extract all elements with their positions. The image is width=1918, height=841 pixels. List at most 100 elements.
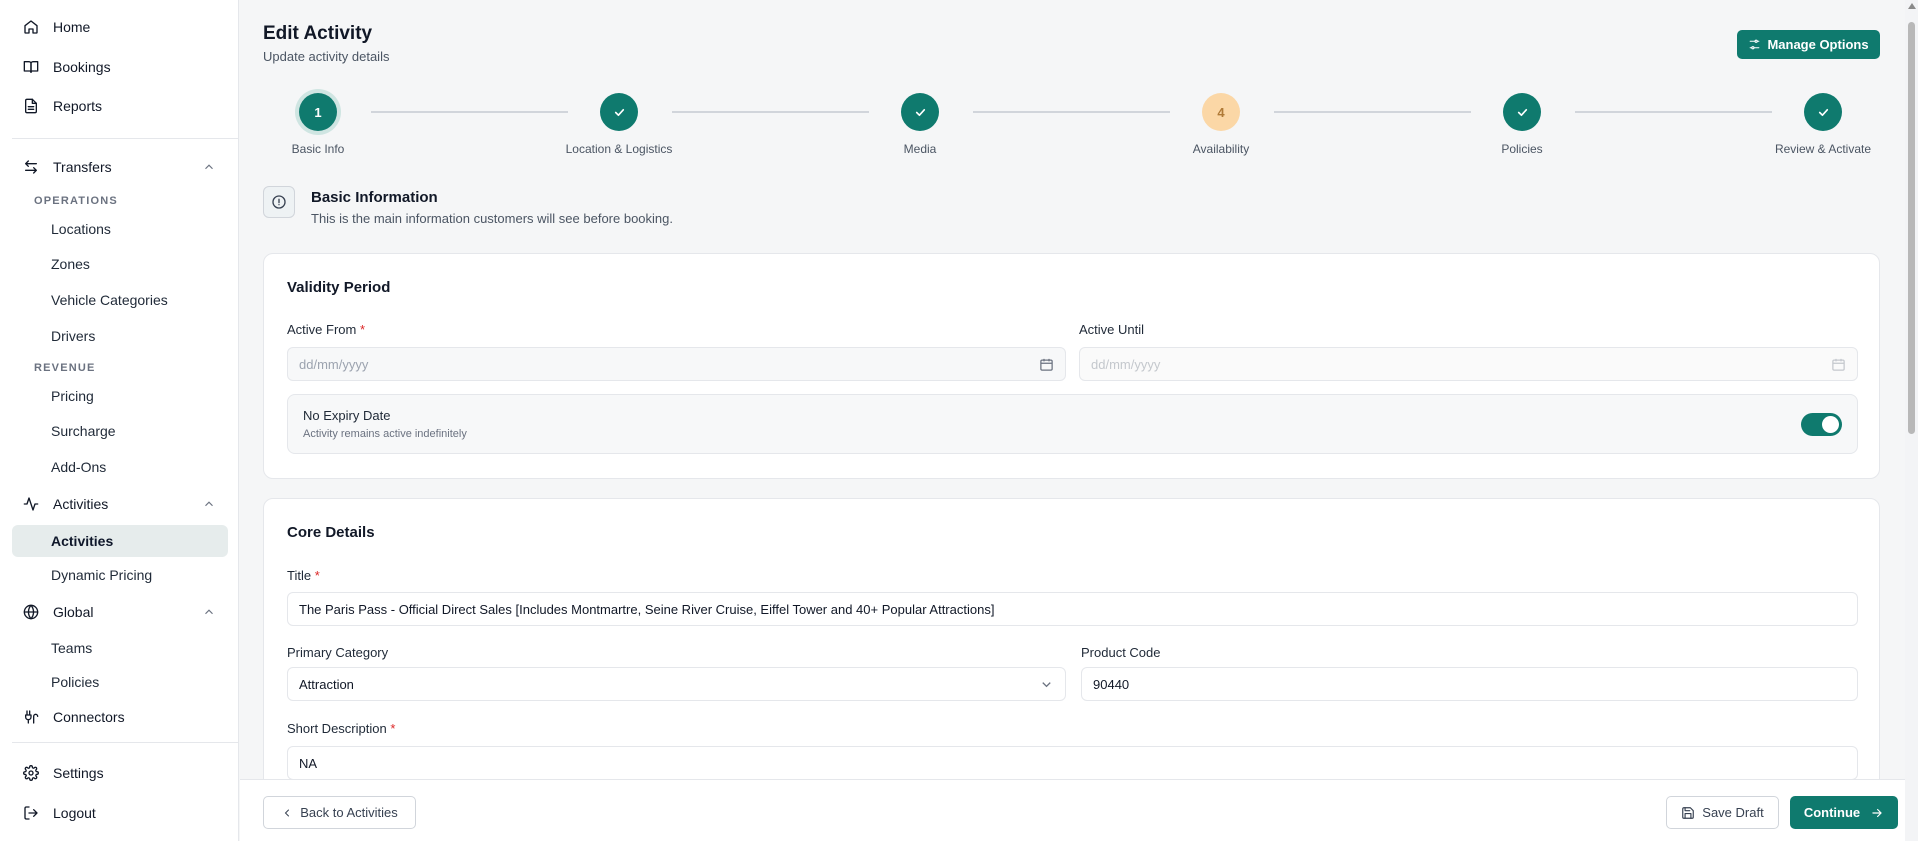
step-number: 1 xyxy=(314,104,322,120)
sidebar-item-surcharge[interactable]: Surcharge xyxy=(12,415,228,447)
sidebar-item-label: Bookings xyxy=(53,59,111,75)
book-icon xyxy=(22,58,40,76)
footer-bar: Back to Activities Save Draft Continue xyxy=(240,779,1905,841)
product-code-input[interactable]: 90440 xyxy=(1081,667,1858,701)
page-subtitle: Update activity details xyxy=(263,49,390,64)
sidebar-item-vehicle-categories[interactable]: Vehicle Categories xyxy=(12,284,228,316)
no-expiry-toggle[interactable] xyxy=(1801,413,1842,436)
step-policies[interactable] xyxy=(1503,93,1541,131)
sidebar-divider xyxy=(12,138,238,139)
step-media[interactable] xyxy=(901,93,939,131)
sidebar-item-policies[interactable]: Policies xyxy=(12,666,228,698)
step-connector xyxy=(1575,111,1772,113)
continue-button[interactable]: Continue xyxy=(1790,796,1898,829)
sidebar-divider xyxy=(12,742,238,743)
chevron-up-icon[interactable] xyxy=(202,605,216,619)
title-label: Title * xyxy=(287,568,320,583)
primary-category-select[interactable]: Attraction xyxy=(287,667,1066,701)
sidebar-item-label: Transfers xyxy=(53,159,112,175)
section-description: This is the main information customers w… xyxy=(311,211,673,226)
step-label: Policies xyxy=(1501,142,1543,156)
step-label: Availability xyxy=(1192,142,1250,156)
sidebar-item-home[interactable]: Home xyxy=(12,11,228,43)
card-title: Validity Period xyxy=(287,279,391,296)
sidebar-item-addons[interactable]: Add-Ons xyxy=(12,451,228,483)
manage-options-button[interactable]: Manage Options xyxy=(1737,30,1880,59)
scrollbar[interactable] xyxy=(1905,0,1918,841)
save-draft-button[interactable]: Save Draft xyxy=(1666,796,1779,829)
core-details-card: Core Details Title * The Paris Pass - Of… xyxy=(263,498,1880,798)
step-number: 4 xyxy=(1217,104,1225,120)
arrows-left-right-icon xyxy=(22,158,40,176)
validity-period-card: Validity Period Active From * dd/mm/yyyy… xyxy=(263,253,1880,479)
plug-icon xyxy=(22,708,40,726)
sliders-icon xyxy=(1750,39,1760,50)
sidebar-item-settings[interactable]: Settings xyxy=(12,757,228,789)
step-label: Media xyxy=(903,142,937,156)
info-icon xyxy=(263,186,295,218)
sidebar-item-label: Logout xyxy=(53,805,96,821)
main-content: Edit Activity Update activity details Ma… xyxy=(240,0,1905,841)
sidebar-item-label: Connectors xyxy=(53,709,125,725)
globe-icon xyxy=(22,603,40,621)
step-label: Basic Info xyxy=(291,142,345,156)
active-from-input[interactable]: dd/mm/yyyy xyxy=(287,347,1066,381)
home-icon xyxy=(22,18,40,36)
check-icon xyxy=(915,108,925,116)
no-expiry-description: Activity remains active indefinitely xyxy=(303,428,467,440)
step-location-logistics[interactable] xyxy=(600,93,638,131)
section-label-operations: OPERATIONS xyxy=(34,195,118,207)
sidebar-item-logout[interactable]: Logout xyxy=(12,797,228,829)
step-connector xyxy=(371,111,568,113)
sidebar-item-global[interactable]: Global xyxy=(12,596,228,628)
sidebar-item-drivers[interactable]: Drivers xyxy=(12,320,228,352)
save-icon xyxy=(1682,806,1695,819)
scroll-up-arrow-icon[interactable] xyxy=(1908,3,1916,9)
short-description-input[interactable]: NA xyxy=(287,746,1858,780)
step-connector xyxy=(973,111,1170,113)
sidebar-item-label: Activities xyxy=(53,496,109,512)
sidebar-item-locations[interactable]: Locations xyxy=(12,213,228,245)
activity-icon xyxy=(22,495,40,513)
step-availability[interactable]: 4 xyxy=(1202,93,1240,131)
title-input[interactable]: The Paris Pass - Official Direct Sales [… xyxy=(287,592,1858,626)
sidebar-item-label: Global xyxy=(53,604,94,620)
sidebar-item-transfers[interactable]: Transfers xyxy=(12,151,228,183)
no-expiry-label: No Expiry Date xyxy=(303,408,391,423)
sidebar-item-zones[interactable]: Zones xyxy=(12,248,228,280)
calendar-icon[interactable] xyxy=(1039,357,1054,372)
step-connector xyxy=(672,111,869,113)
scrollbar-thumb[interactable] xyxy=(1908,22,1915,434)
sidebar-item-activities-sub[interactable]: Activities xyxy=(12,525,228,557)
step-basic-info[interactable]: 1 xyxy=(299,93,337,131)
sidebar-item-activities[interactable]: Activities xyxy=(12,488,228,520)
step-label: Review & Activate xyxy=(1774,142,1872,156)
short-description-label: Short Description * xyxy=(287,721,396,736)
back-to-activities-button[interactable]: Back to Activities xyxy=(263,796,416,829)
page-title: Edit Activity xyxy=(263,23,373,44)
sidebar-item-reports[interactable]: Reports xyxy=(12,90,228,122)
sidebar-item-bookings[interactable]: Bookings xyxy=(12,51,228,83)
check-icon xyxy=(614,108,624,116)
sidebar-item-teams[interactable]: Teams xyxy=(12,632,228,664)
primary-category-label: Primary Category xyxy=(287,645,389,660)
chevron-up-icon[interactable] xyxy=(202,497,216,511)
section-label-revenue: REVENUE xyxy=(34,362,96,374)
check-icon xyxy=(1517,108,1527,116)
chevron-down-icon xyxy=(1042,682,1051,688)
sidebar-item-connectors[interactable]: Connectors xyxy=(12,701,228,733)
step-review-activate[interactable] xyxy=(1804,93,1842,131)
calendar-icon xyxy=(1832,358,1845,371)
gear-icon xyxy=(22,764,40,782)
manage-options-label: Manage Options xyxy=(1767,37,1869,52)
sidebar-item-label: Settings xyxy=(53,765,104,781)
section-title: Basic Information xyxy=(311,189,438,206)
chevron-up-icon[interactable] xyxy=(202,160,216,174)
step-connector xyxy=(1274,111,1471,113)
sidebar-item-pricing[interactable]: Pricing xyxy=(12,380,228,412)
active-until-input[interactable]: dd/mm/yyyy xyxy=(1079,347,1858,381)
sidebar-item-dynamic-pricing[interactable]: Dynamic Pricing xyxy=(12,559,228,591)
sidebar: Home Bookings Reports Transfers OPERATIO… xyxy=(0,0,239,841)
toggle-knob xyxy=(1822,416,1839,433)
active-from-label: Active From * xyxy=(287,322,366,337)
